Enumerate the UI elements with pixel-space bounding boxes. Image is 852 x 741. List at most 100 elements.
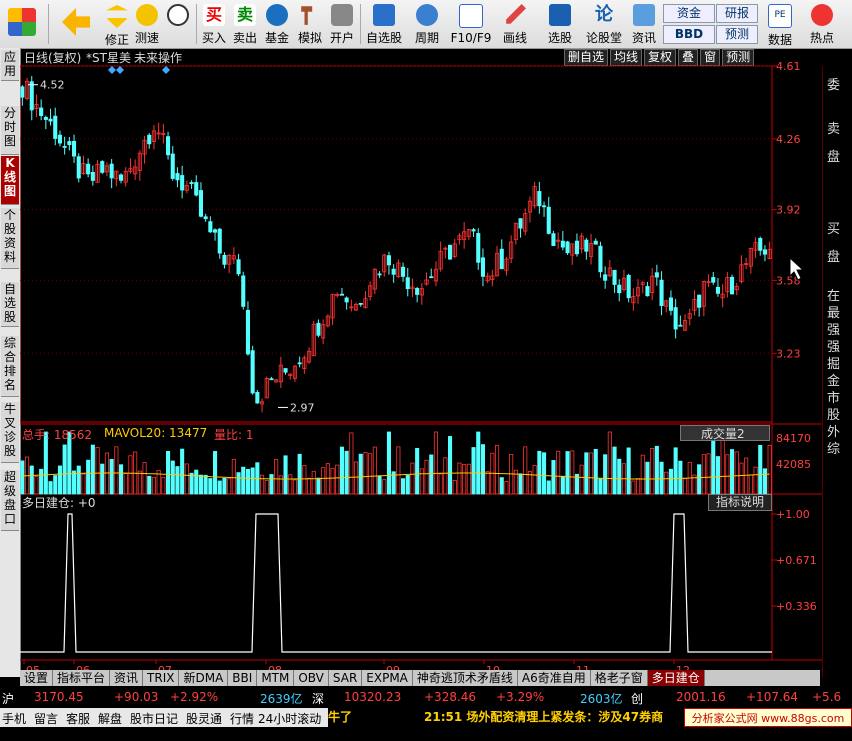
volume-bar xyxy=(551,460,556,495)
tab-bbi[interactable]: BBI xyxy=(228,670,258,686)
sell-button[interactable]: 卖 卖出 xyxy=(231,2,259,46)
tab-indicator-platform[interactable]: 指标平台 xyxy=(53,670,111,686)
side-tab-ranking[interactable]: 综合排名 xyxy=(1,336,19,397)
simulate-button[interactable]: 模拟 xyxy=(296,2,324,46)
volume-bar xyxy=(48,481,53,495)
data-button[interactable]: PE 数据 xyxy=(762,2,798,48)
link-message[interactable]: 留言 xyxy=(34,710,58,727)
candle-body xyxy=(758,238,763,251)
buy-icon: 买 xyxy=(203,4,225,26)
brand-watermark: 分析家公式网 www.88gs.com xyxy=(684,708,852,727)
volume-bar xyxy=(504,481,509,495)
forecast-tab[interactable]: 预测 xyxy=(716,25,758,44)
volume-bar xyxy=(166,450,171,495)
clock-button[interactable] xyxy=(165,2,191,26)
volume-bar xyxy=(241,466,246,495)
candle-body xyxy=(222,254,227,265)
volume-bar xyxy=(302,465,307,495)
volume-bar xyxy=(542,452,547,495)
price-tick-label: 3.92 xyxy=(776,204,801,217)
bbd-tab[interactable]: BBD xyxy=(663,25,715,44)
volume-selector[interactable]: 成交量2 xyxy=(680,425,770,441)
link-24h[interactable]: 24小时滚动 xyxy=(258,710,321,727)
link-diary[interactable]: 股市日记 xyxy=(130,710,178,727)
link-service[interactable]: 客服 xyxy=(66,710,90,727)
link-gulingtong[interactable]: 股灵通 xyxy=(186,710,222,727)
fund-button[interactable]: 基金 xyxy=(263,2,291,46)
volume-bar xyxy=(734,451,739,495)
volume-bar xyxy=(20,460,25,495)
fund-tab[interactable]: 资金 xyxy=(663,4,715,23)
side-tab-kline[interactable]: K线图 xyxy=(1,156,19,205)
side-tab-watchlist[interactable]: 自选股 xyxy=(1,282,19,327)
candle-body xyxy=(297,362,302,365)
tab-expma[interactable]: EXPMA xyxy=(362,670,413,686)
candle-body xyxy=(213,229,218,233)
stock-select-button[interactable]: 选股 xyxy=(540,2,580,46)
volume-bar xyxy=(640,454,645,495)
draw-button[interactable]: 画线 xyxy=(498,2,532,46)
candle-body xyxy=(147,134,152,145)
tab-obv[interactable]: OBV xyxy=(294,670,329,686)
forum-label: 论股堂 xyxy=(585,31,622,45)
tab-mtm[interactable]: MTM xyxy=(257,670,295,686)
tab-sar[interactable]: SAR xyxy=(329,670,363,686)
tab-settings[interactable]: 设置 xyxy=(20,670,54,686)
link-mobile[interactable]: 手机 xyxy=(2,710,26,727)
volume-bar xyxy=(222,477,227,495)
tab-newdma[interactable]: 新DMA xyxy=(179,670,229,686)
volume-bar xyxy=(269,474,274,495)
tab-trix[interactable]: TRIX xyxy=(143,670,180,686)
side-tab-intraday[interactable]: 分时图 xyxy=(1,106,19,155)
hot-button[interactable]: 热点 xyxy=(804,2,840,46)
candle-body xyxy=(391,268,396,275)
open-account-button[interactable]: 开户 xyxy=(328,2,356,46)
sell-book-label: 卖盘 xyxy=(827,122,841,165)
sh-change: +90.03 xyxy=(114,690,159,704)
volume-bar xyxy=(194,469,199,495)
side-tab-profile[interactable]: 个股资料 xyxy=(1,208,19,269)
low-price-label: 2.97 xyxy=(290,401,315,414)
volume-bar xyxy=(485,471,490,495)
tab-escape-top[interactable]: 神奇逃顶术矛盾线 xyxy=(413,670,518,686)
link-commentary[interactable]: 解盘 xyxy=(98,710,122,727)
side-tab-app[interactable]: 应用 xyxy=(1,50,19,81)
watchlist-button[interactable]: 自选股 xyxy=(364,2,404,46)
candle-body xyxy=(377,273,382,276)
candle-body xyxy=(584,239,589,252)
candle-body xyxy=(415,288,420,295)
tab-gelaozi[interactable]: 格老子窗 xyxy=(591,670,648,686)
volume-bar xyxy=(128,455,133,495)
windows-logo-icon[interactable] xyxy=(8,2,36,36)
volume-bar xyxy=(448,436,453,495)
volume-bar xyxy=(424,459,429,495)
link-quotes[interactable]: 行情 xyxy=(230,710,254,727)
speed-test-button[interactable]: 测速 xyxy=(134,2,160,46)
kline-chart[interactable]: 4.614.263.923.583.2384170420854.522.97+1… xyxy=(20,48,822,670)
back-arrow-icon[interactable] xyxy=(62,2,90,36)
tab-news[interactable]: 资讯 xyxy=(110,670,144,686)
volume-bar xyxy=(664,471,669,495)
volume-bar xyxy=(274,459,279,495)
side-tab-diagnosis[interactable]: 牛叉诊股 xyxy=(1,402,19,463)
news-ticker[interactable]: 21:51 场外配资清理上紧发条：涉及47券商 xyxy=(424,708,684,727)
signal-diamond-icon xyxy=(116,66,124,74)
candle-body xyxy=(198,190,203,217)
candle-body xyxy=(551,233,556,246)
candle-body xyxy=(72,140,77,157)
cycle-button[interactable]: 周期 xyxy=(410,2,444,46)
buy-button[interactable]: 买 买入 xyxy=(200,2,228,46)
volume-bar xyxy=(363,452,368,495)
info-button[interactable]: 资讯 xyxy=(628,2,660,46)
tab-multiday-build[interactable]: 多日建仓 xyxy=(647,670,705,686)
forum-button[interactable]: 论 论股堂 xyxy=(584,2,624,46)
f10-button[interactable]: F10/F9 xyxy=(449,2,493,45)
tab-a6[interactable]: A6奇准自用 xyxy=(518,670,591,686)
volume-bar xyxy=(213,451,218,495)
volume-bar xyxy=(217,480,222,495)
research-tab[interactable]: 研报 xyxy=(716,4,758,23)
side-tab-depth[interactable]: 超级盘口 xyxy=(1,470,19,531)
candle-body xyxy=(241,275,246,307)
indicator-help-button[interactable]: 指标说明 xyxy=(708,494,772,511)
fix-button[interactable]: 修正 xyxy=(104,2,130,48)
